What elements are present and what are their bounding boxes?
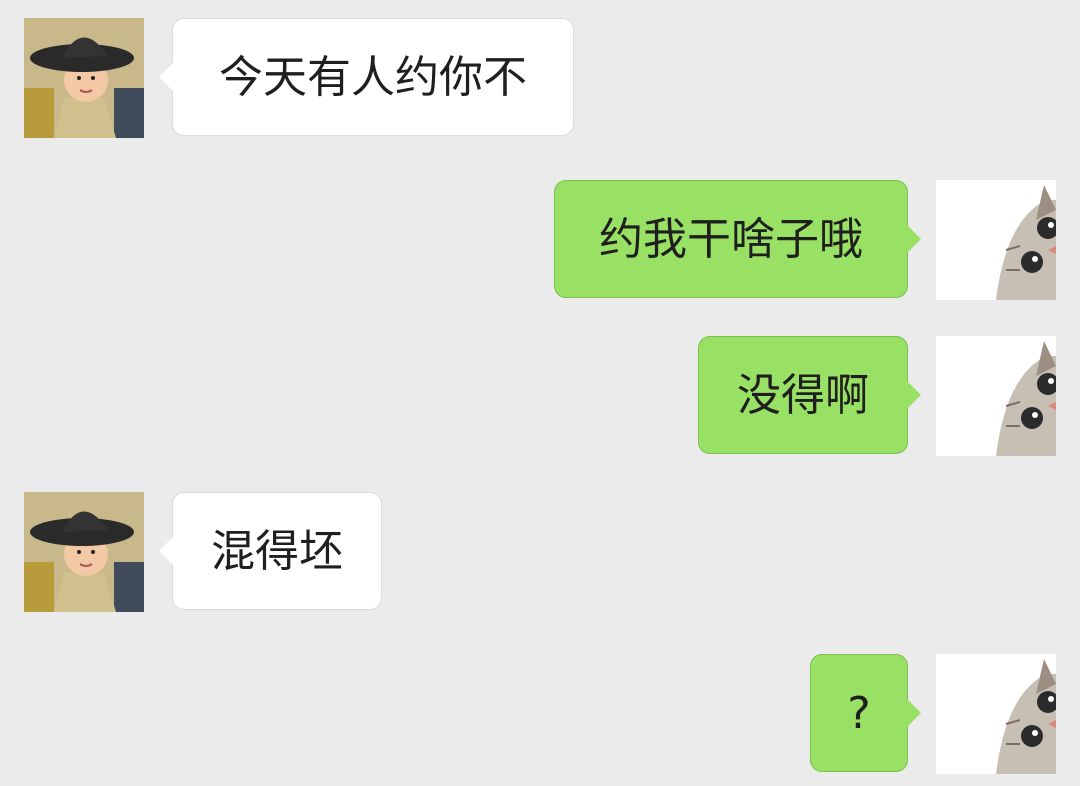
message-row-incoming: 混得坯 [0,492,1080,614]
message-bubble-incoming[interactable]: 今天有人约你不 [159,18,574,136]
contact-avatar[interactable] [24,18,144,138]
self-avatar[interactable] [936,336,1056,456]
contact-avatar[interactable] [24,492,144,612]
bubble-tail [159,537,173,565]
message-text: 今天有人约你不 [219,52,527,103]
bubble-tail [907,225,921,253]
bubble-tail [159,63,173,91]
cat-avatar-icon [936,180,1056,300]
bubble-tail [907,381,921,409]
boy-with-hat-avatar-icon [24,18,144,138]
message-bubble-incoming[interactable]: 混得坯 [159,492,382,610]
message-bubble-outgoing[interactable]: 约我干啥子哦 [554,180,921,298]
cat-avatar-icon [936,654,1056,774]
message-row-outgoing: 没得啊 [0,336,1080,458]
message-bubble-outgoing[interactable]: 没得啊 [698,336,921,454]
message-text: ? [847,688,871,739]
message-text: 混得坯 [211,526,343,577]
message-bubble-outgoing[interactable]: ? [810,654,921,772]
bubble-tail [907,699,921,727]
boy-with-hat-avatar-icon [24,492,144,612]
message-row-outgoing: 约我干啥子哦 [0,180,1080,302]
message-text: 没得啊 [737,370,869,421]
cat-avatar-icon [936,336,1056,456]
message-row-outgoing: ? [0,654,1080,776]
message-text: 约我干啥子哦 [599,214,863,265]
message-row-incoming: 今天有人约你不 [0,18,1080,140]
self-avatar[interactable] [936,180,1056,300]
self-avatar[interactable] [936,654,1056,774]
